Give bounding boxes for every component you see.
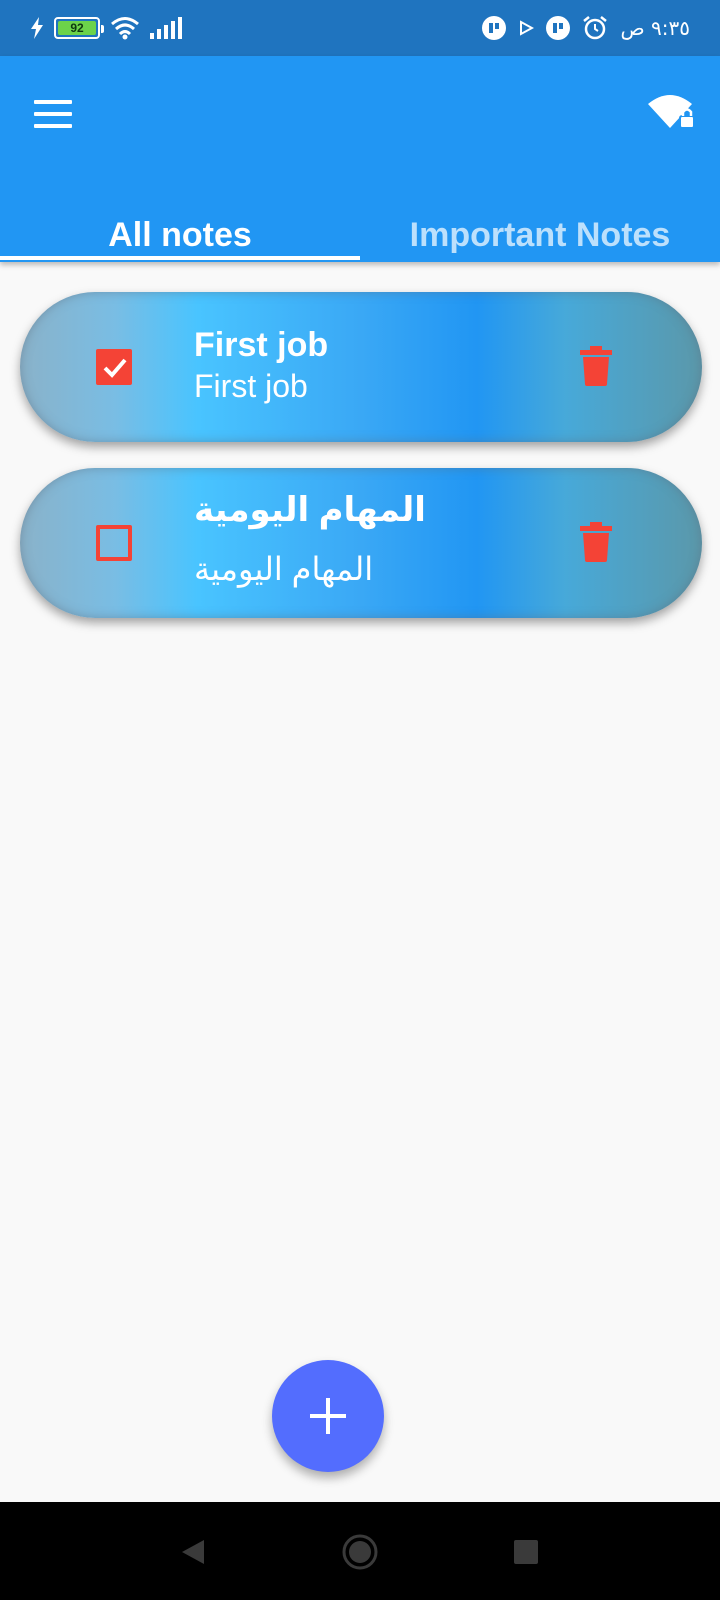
tab-indicator: [0, 256, 360, 260]
notification-app-icon: [482, 16, 507, 40]
wifi-icon: [111, 17, 139, 40]
menu-button[interactable]: [34, 96, 78, 128]
trash-icon: [580, 522, 612, 562]
battery-icon: 92: [54, 17, 104, 39]
signal-icon: [150, 17, 182, 39]
status-bar-right: ٩:٣٥ ص: [482, 14, 690, 42]
note-subtitle: First job: [194, 368, 308, 404]
tab-important-notes[interactable]: Important Notes: [360, 208, 720, 262]
note-title: First job: [194, 326, 329, 364]
app-screen: 92 ٩:٣٥ ص All notes Important Notes Firs…: [0, 0, 720, 1600]
tab-all-notes[interactable]: All notes: [0, 208, 360, 262]
nav-recents-button[interactable]: [506, 1532, 546, 1572]
note-checkbox-unchecked[interactable]: [96, 525, 132, 561]
nav-home-button[interactable]: [340, 1532, 380, 1572]
note-card[interactable]: المهام اليومية المهام اليومية: [20, 468, 702, 618]
notification-app-icon: [546, 16, 571, 40]
home-icon: [342, 1534, 378, 1570]
play-icon: [520, 20, 535, 36]
trash-icon: [580, 346, 612, 386]
wifi-lock-icon: [648, 95, 695, 129]
note-title: المهام اليومية: [194, 491, 426, 529]
delete-note-button[interactable]: [580, 522, 612, 562]
charging-icon: [31, 17, 43, 39]
hamburger-menu-icon: [34, 100, 78, 128]
status-bar: 92 ٩:٣٥ ص: [0, 0, 720, 56]
nav-back-button[interactable]: [174, 1532, 214, 1572]
note-checkbox-checked[interactable]: [96, 349, 132, 385]
status-time: ٩:٣٥ ص: [620, 16, 690, 40]
note-subtitle: المهام اليومية: [194, 551, 374, 587]
back-icon: [182, 1540, 204, 1564]
alarm-icon: [583, 16, 608, 40]
app-bar: All notes Important Notes: [0, 56, 720, 262]
note-card[interactable]: First job First job: [20, 292, 702, 442]
navigation-bar: [0, 1502, 720, 1600]
add-note-button[interactable]: [272, 1360, 384, 1472]
checkmark-icon: [103, 358, 127, 378]
wifi-lock-button[interactable]: [646, 92, 698, 132]
delete-note-button[interactable]: [580, 346, 612, 386]
plus-icon: [310, 1398, 346, 1434]
recents-icon: [514, 1540, 538, 1564]
battery-level: 92: [58, 21, 96, 35]
status-bar-left: 92: [30, 14, 182, 42]
